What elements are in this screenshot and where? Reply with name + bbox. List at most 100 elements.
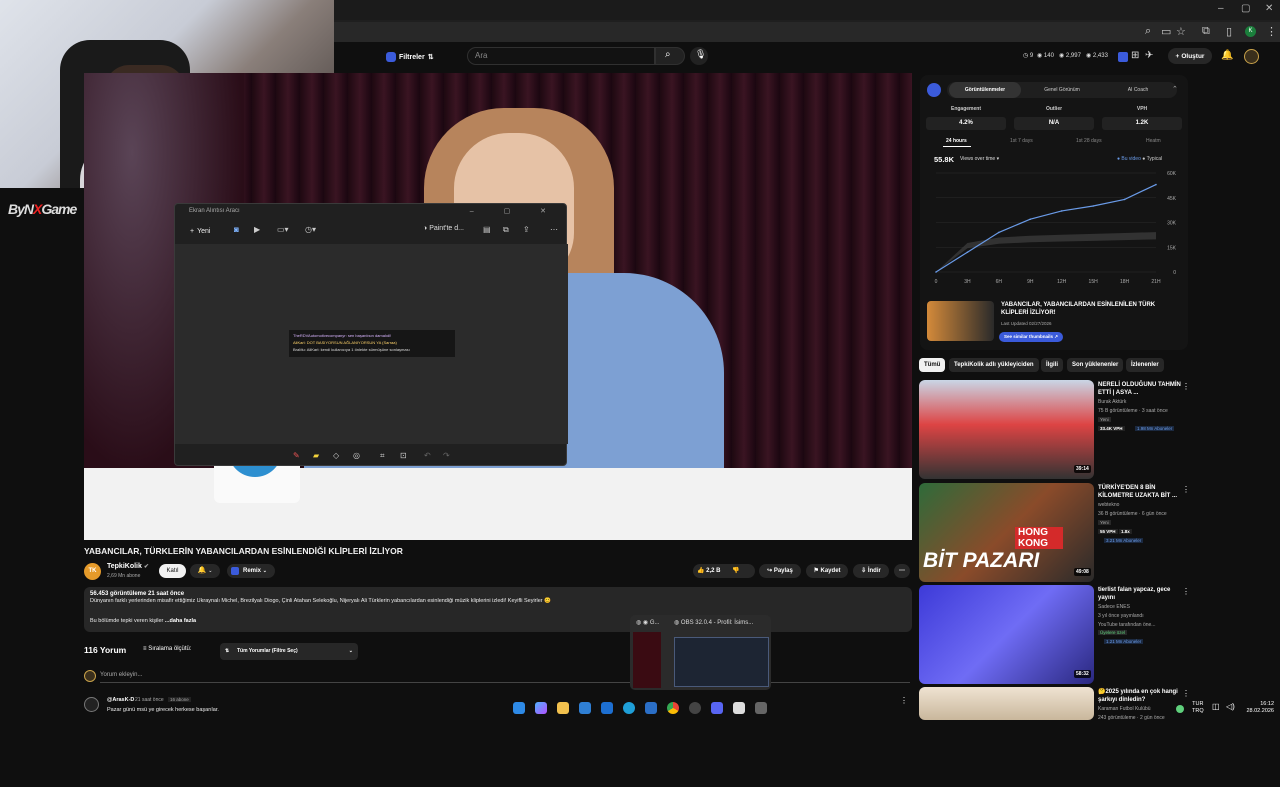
tab-views[interactable]: Görüntülenmeler (949, 82, 1021, 98)
mail-icon[interactable] (645, 702, 657, 714)
views-metric-select[interactable]: Views over time ▾ (960, 156, 999, 162)
chip-from-uploader[interactable]: TepkiKolik adlı yükleyiciden (949, 358, 1039, 372)
recommended-video[interactable]: 58:32 tierlist falan yapcaz, gece yayını… (919, 585, 1274, 685)
redo-icon[interactable]: ↷ (443, 451, 450, 460)
recommended-video[interactable]: HONG KONG BİT PAZARI 49:08 TÜRKİYE'DEN 8… (919, 483, 1274, 583)
split-icon[interactable]: ▯ (1226, 25, 1232, 38)
copy-icon[interactable]: ⧉ (503, 225, 509, 235)
channel-name[interactable]: TepkiKolik ✔ (107, 563, 149, 570)
video-thumbnail[interactable] (919, 380, 1094, 479)
download-button[interactable]: ⇩ İndir (853, 564, 889, 578)
extension-badge-icon[interactable] (1118, 52, 1128, 62)
more-icon[interactable]: ⋮ (1182, 689, 1190, 698)
related-title[interactable]: YABANCILAR, YABANCILARDAN ESİNLENİLEN TÜ… (1001, 301, 1181, 317)
highlighter-icon[interactable]: ▰ (313, 451, 319, 460)
more-icon[interactable]: ⋮ (1182, 485, 1190, 494)
snip-canvas[interactable]: TheRDVAutomotivecompanyr: sen başarılısı… (175, 244, 568, 444)
voice-search-button[interactable]: 🎙 (690, 47, 708, 65)
preview-thumbnail-1[interactable] (633, 632, 661, 688)
outlook-icon[interactable] (601, 702, 613, 714)
pen-icon[interactable]: ✎ (293, 451, 300, 460)
more-icon[interactable]: ⋮ (1182, 382, 1190, 391)
zoom-icon[interactable]: ⌕ (1145, 25, 1151, 38)
store-icon[interactable] (579, 702, 591, 714)
tab-strip[interactable] (334, 0, 1280, 20)
timer-icon[interactable]: ◷▾ (305, 225, 316, 234)
save-icon[interactable]: ▤ (483, 225, 491, 234)
file-explorer-icon[interactable] (557, 702, 569, 714)
recommended-video[interactable]: 39:14 NERELİ OLDUĞUNU TAHMİN ETTİ | ASYA… (919, 380, 1274, 480)
range-tab-28d[interactable]: 1st 28 days (1076, 138, 1102, 144)
preview-title-1[interactable]: ◍ ◉ G... (636, 619, 659, 626)
taskbar-preview[interactable]: ◍ ◉ G... ◍ OBS 32.0.4 - Profil: İsims... (630, 615, 771, 690)
search-button[interactable]: ⌕ (655, 47, 685, 65)
obs-icon[interactable] (689, 702, 701, 714)
shapes-icon[interactable]: ◎ (353, 451, 360, 460)
menu-icon[interactable]: ⋮ (1266, 25, 1277, 38)
more-icon[interactable]: ⋮ (1182, 587, 1190, 596)
channel-avatar[interactable]: TK (84, 563, 101, 580)
remix-button[interactable]: Remix ⌄ (227, 564, 275, 578)
collapse-icon[interactable]: ⌃ (1172, 85, 1178, 93)
cast-icon[interactable]: ⊞ (1131, 50, 1139, 61)
open-in-paint-button[interactable]: ◑ Paint'te d... (423, 225, 464, 232)
text-extract-icon[interactable]: ⊡ (400, 451, 407, 460)
video-channel[interactable]: webtekno (1098, 502, 1119, 508)
thumbs-down-icon[interactable]: 👎 (732, 568, 739, 574)
snipping-tool-window[interactable]: Ekran Alıntısı Aracı – ▢ ✕ + Yeni ◙ ▶ ▭▾ … (174, 203, 568, 466)
language-indicator[interactable]: TUR TRQ (1192, 701, 1204, 715)
snip-window-controls[interactable]: – ▢ ✕ (470, 207, 560, 215)
minimize-icon[interactable]: – (1218, 3, 1224, 14)
share-icon[interactable]: ⇪ (523, 225, 530, 234)
chip-watched[interactable]: İzlenenler (1126, 358, 1164, 372)
video-icon[interactable]: ▶ (254, 225, 260, 234)
status-icon[interactable] (1176, 705, 1184, 713)
camera-icon[interactable]: ◙ (234, 225, 239, 234)
subscription-bell-button[interactable]: 🔔 ⌄ (190, 564, 220, 578)
discord-icon[interactable] (711, 702, 723, 714)
video-channel[interactable]: Burak Aktürk (1098, 399, 1126, 405)
rectangle-mode-icon[interactable]: ▭▾ (277, 225, 289, 234)
filter-button[interactable]: Filtreler ⇅ (382, 49, 438, 65)
preview-title-2[interactable]: ◍ OBS 32.0.4 - Profil: İsims... (674, 619, 753, 626)
video-title[interactable]: tierlist falan yapcaz, gece yayını (1098, 586, 1186, 602)
more-actions-button[interactable]: ⋯ (894, 564, 910, 578)
tab-ai-coach[interactable]: AI Coach (1103, 82, 1173, 98)
share-button[interactable]: ↪ Paylaş (759, 564, 801, 578)
snip-new-button[interactable]: + Yeni (184, 223, 216, 239)
tab-overview[interactable]: Genel Görünüm (1027, 82, 1097, 98)
more-icon[interactable]: ⋯ (550, 225, 558, 234)
extensions-icon[interactable]: ⧉ (1202, 25, 1210, 38)
like-dislike-group[interactable]: 👍 2,2 B 👎 (693, 564, 755, 578)
description-box[interactable]: 56.453 görüntüleme 21 saat önce Dünyanın… (84, 587, 912, 632)
range-tab-heatmap[interactable]: Heatm (1146, 138, 1161, 144)
video-thumbnail[interactable]: HONG KONG BİT PAZARI (919, 483, 1094, 582)
related-thumbnail[interactable] (927, 301, 994, 341)
save-button[interactable]: ⚑ Kaydet (806, 564, 848, 578)
star-icon[interactable]: ☆ (1176, 25, 1186, 38)
profile-icon[interactable]: K (1245, 26, 1256, 37)
video-channel[interactable]: Sadece ENES (1098, 604, 1130, 610)
video-title[interactable]: NERELİ OLDUĞUNU TAHMİN ETTİ | ASYA ... (1098, 381, 1186, 397)
show-more-link[interactable]: ...daha fazla (165, 618, 196, 624)
video-title[interactable]: TÜRKİYE'DEN 8 BİN KİLOMETRE UZAKTA BİT .… (1098, 484, 1186, 500)
eraser-icon[interactable]: ◇ (333, 451, 339, 460)
network-icon[interactable]: ◫ (1212, 702, 1220, 711)
chip-related[interactable]: İlgili (1041, 358, 1063, 372)
bell-icon[interactable]: 🔔 (1221, 50, 1233, 61)
range-tab-24h[interactable]: 24 hours (946, 138, 967, 144)
address-bar[interactable] (334, 22, 1280, 42)
thumbs-up-icon[interactable]: 👍 (697, 568, 704, 574)
crop-icon[interactable]: ⌗ (380, 451, 385, 461)
account-avatar[interactable] (1244, 49, 1259, 64)
video-thumbnail[interactable] (919, 585, 1094, 684)
start-icon[interactable] (513, 702, 525, 714)
undo-icon[interactable]: ↶ (424, 451, 431, 460)
chrome-icon[interactable] (667, 702, 679, 714)
sort-by-button[interactable]: ≡ Sıralama ölçütü: (143, 646, 192, 652)
clock[interactable]: 16:12 28.02.2026 (1240, 701, 1274, 715)
close-icon[interactable]: ✕ (1265, 3, 1273, 14)
copilot-icon[interactable] (535, 702, 547, 714)
range-tab-7d[interactable]: 1st 7 days (1010, 138, 1033, 144)
comment-input[interactable]: Yorum ekleyin... (100, 672, 910, 683)
